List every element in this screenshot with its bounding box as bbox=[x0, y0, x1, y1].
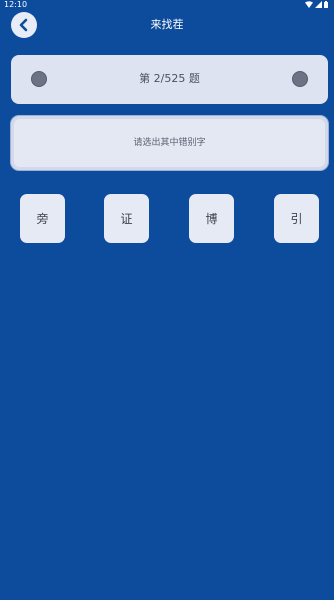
wifi-icon bbox=[305, 1, 313, 8]
option-tile[interactable]: 证 bbox=[104, 194, 149, 243]
option-tile[interactable]: 博 bbox=[189, 194, 234, 243]
app-screen: 12:10 来找茬 第 2/525 题 请选出其中错别字 旁 证 博 引 bbox=[0, 0, 334, 600]
next-question-button[interactable] bbox=[292, 71, 308, 87]
status-time: 12:10 bbox=[4, 0, 28, 9]
cell-signal-icon bbox=[315, 1, 322, 8]
page-title: 来找茬 bbox=[150, 18, 184, 31]
progress-card: 第 2/525 题 bbox=[11, 55, 328, 104]
option-tile[interactable]: 旁 bbox=[20, 194, 65, 243]
prompt-card-inner: 请选出其中错别字 bbox=[14, 119, 325, 167]
prompt-text: 请选出其中错别字 bbox=[133, 138, 206, 148]
status-icons bbox=[305, 1, 328, 8]
battery-icon bbox=[324, 1, 328, 8]
status-bar: 12:10 bbox=[0, 0, 334, 10]
question-progress: 第 2/525 题 bbox=[139, 72, 200, 85]
option-tile[interactable]: 引 bbox=[274, 194, 319, 243]
prompt-card: 请选出其中错别字 bbox=[11, 116, 328, 170]
